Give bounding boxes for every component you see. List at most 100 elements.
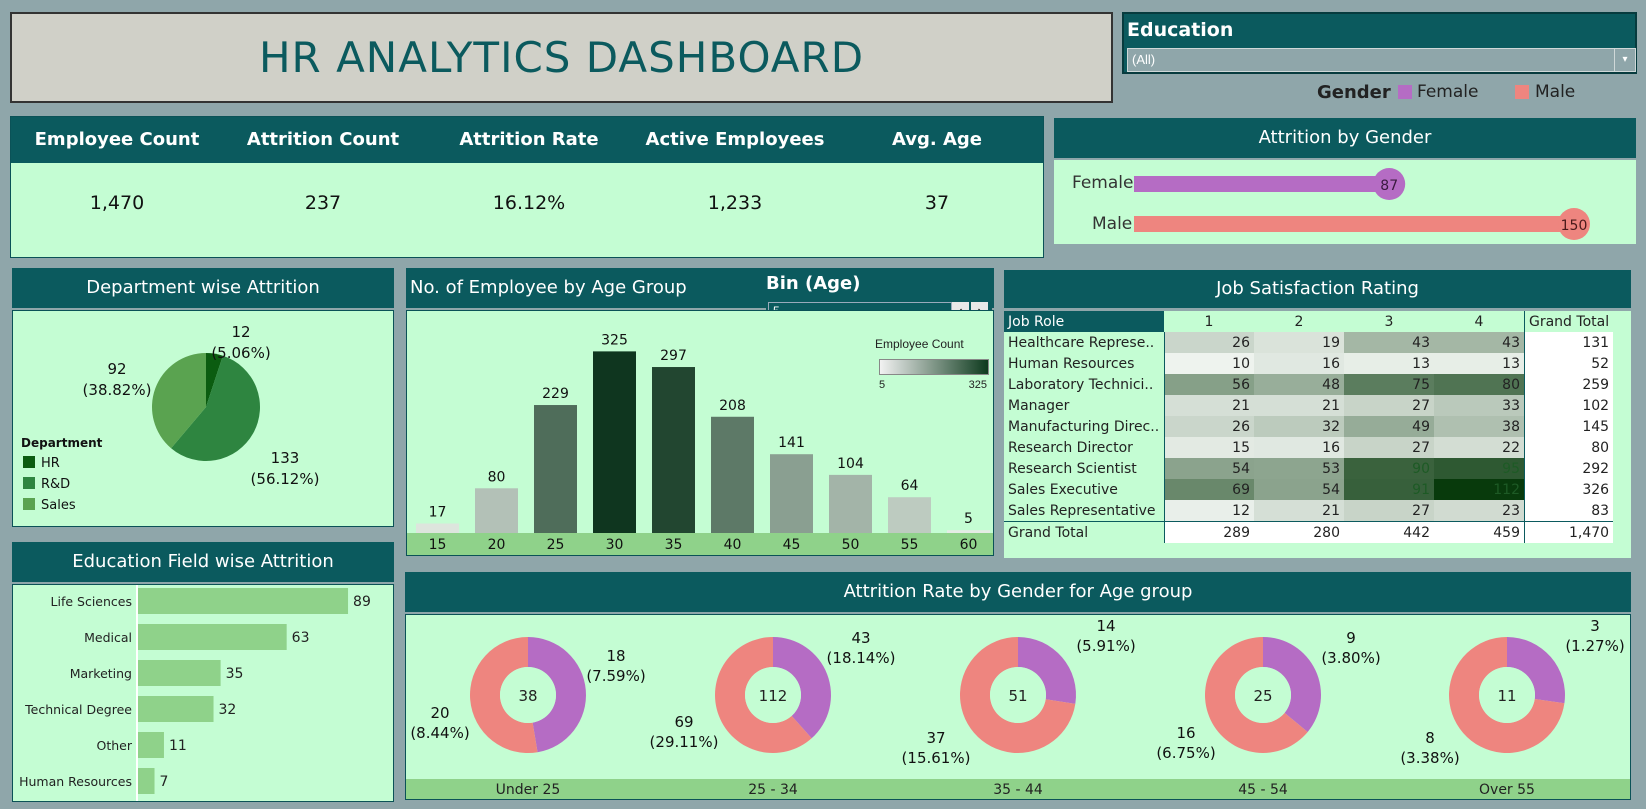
education-field-label: Marketing bbox=[70, 666, 132, 681]
kpi-attrition-count-label: Attrition Count bbox=[246, 129, 400, 150]
education-select-value: (All) bbox=[1132, 52, 1156, 67]
rating-4-total: 459 bbox=[1434, 521, 1525, 543]
rating-1-cell: 15 bbox=[1164, 437, 1254, 458]
female-pct-label: (3.80%) bbox=[1321, 649, 1380, 667]
chevron-down-icon[interactable]: ▾ bbox=[1614, 49, 1635, 71]
rating-4-cell: 80 bbox=[1434, 374, 1525, 395]
rating-2-cell: 32 bbox=[1254, 416, 1344, 437]
job-role-row: Manager 21 21 27 33 102 bbox=[1004, 395, 1614, 416]
male-pct-label: (29.11%) bbox=[650, 733, 719, 751]
row-grand-total: 80 bbox=[1524, 437, 1614, 458]
gender-legend: Gender Female Male bbox=[1315, 80, 1645, 104]
sales-slice-label: 92 bbox=[107, 360, 126, 378]
hr-slice-pct: (5.06%) bbox=[211, 344, 270, 362]
age-group-label: Under 25 bbox=[496, 782, 561, 798]
rd-slice-label: 133 bbox=[271, 449, 300, 467]
job-role-label: Sales Representative bbox=[1004, 500, 1165, 522]
page-title: HR ANALYTICS DASHBOARD bbox=[258, 33, 865, 82]
rating-3-cell: 75 bbox=[1344, 374, 1434, 395]
rating-2-total: 280 bbox=[1254, 521, 1344, 543]
job-role-row: Research Director 15 16 27 22 80 bbox=[1004, 437, 1614, 458]
age-bar-50 bbox=[829, 474, 872, 533]
age-tick-35: 35 bbox=[665, 537, 683, 553]
row-grand-total: 52 bbox=[1524, 353, 1614, 374]
sales-slice-pct: (38.82%) bbox=[83, 381, 152, 399]
rating-3-cell: 91 bbox=[1344, 479, 1434, 500]
job-role-row: Manufacturing Direc.. 26 32 49 38 145 bbox=[1004, 416, 1614, 437]
education-field-value: 89 bbox=[353, 594, 371, 610]
male-value-label: 150 bbox=[1561, 218, 1588, 234]
age-tick-40: 40 bbox=[724, 537, 742, 553]
female-pct-label: (5.91%) bbox=[1076, 637, 1135, 655]
rating-1-cell: 56 bbox=[1164, 374, 1254, 395]
row-grand-total: 292 bbox=[1524, 458, 1614, 479]
female-count-label: 3 bbox=[1590, 617, 1600, 635]
age-tick-25: 25 bbox=[547, 537, 565, 553]
male-pct-label: (15.61%) bbox=[902, 749, 971, 767]
rating-3-cell: 49 bbox=[1344, 416, 1434, 437]
rating-3-cell: 27 bbox=[1344, 395, 1434, 416]
attrition-gender-header: Attrition by Gender bbox=[1054, 118, 1636, 158]
grand-total-row-label: Grand Total bbox=[1004, 521, 1165, 543]
department-panel: 12 (5.06%) 92 (38.82%) 133 (56.12%) Depa… bbox=[12, 310, 394, 527]
department-header: Department wise Attrition bbox=[12, 268, 394, 308]
rating-2-cell: 53 bbox=[1254, 458, 1344, 479]
age-group-label: 35 - 44 bbox=[993, 782, 1043, 798]
job-role-row: Sales Executive 69 54 91 112 326 bbox=[1004, 479, 1614, 500]
age-bar-value-60: 5 bbox=[964, 511, 973, 527]
female-value-label: 87 bbox=[1380, 178, 1398, 194]
row-grand-total: 145 bbox=[1524, 416, 1614, 437]
age-bar-value-35: 297 bbox=[660, 348, 687, 364]
job-role-label: Sales Executive bbox=[1004, 479, 1165, 500]
age-bar-40 bbox=[711, 416, 754, 533]
education-field-value: 35 bbox=[226, 666, 244, 682]
job-role-row: Human Resources 10 16 13 13 52 bbox=[1004, 353, 1614, 374]
rating-3-cell: 13 bbox=[1344, 353, 1434, 374]
rating-1-header: 1 bbox=[1204, 313, 1214, 330]
rating-2-header: 2 bbox=[1294, 313, 1304, 330]
age-bar-value-40: 208 bbox=[719, 398, 746, 414]
department-pie-chart: 12 (5.06%) 92 (38.82%) 133 (56.12%) Depa… bbox=[21, 323, 319, 513]
rating-3-cell: 27 bbox=[1344, 500, 1434, 522]
education-field-bar-chart: Life Sciences 89 Medical 63 Marketing 35 Techn… bbox=[13, 585, 371, 801]
rating-4-cell: 95 bbox=[1434, 458, 1525, 479]
kpi-employee-count-value: 1,470 bbox=[89, 192, 145, 214]
rating-4-cell: 23 bbox=[1434, 500, 1525, 522]
age-bar-35 bbox=[652, 367, 695, 533]
age-tick-20: 20 bbox=[488, 537, 506, 553]
rating-3-header: 3 bbox=[1384, 313, 1394, 330]
donut-center-total: 51 bbox=[1008, 687, 1027, 705]
education-field-bar bbox=[138, 696, 214, 722]
age-tick-15: 15 bbox=[429, 537, 447, 553]
rating-4-cell: 43 bbox=[1434, 332, 1525, 353]
kpi-attrition-rate-value: 16.12% bbox=[492, 192, 566, 214]
kpi-active-employees-value: 1,233 bbox=[707, 192, 763, 214]
education-select[interactable]: (All) ▾ bbox=[1127, 48, 1636, 72]
rd-legend-swatch bbox=[23, 477, 35, 489]
education-field-bar bbox=[138, 768, 155, 794]
job-role-label: Research Director bbox=[1004, 437, 1165, 458]
kpi-panel: Employee Count Attrition Count Attrition… bbox=[10, 116, 1044, 258]
education-field-label: Other bbox=[97, 738, 133, 753]
rating-3-total: 442 bbox=[1344, 521, 1434, 543]
age-bar-value-15: 17 bbox=[429, 505, 447, 521]
dashboard-title-box: HR ANALYTICS DASHBOARD bbox=[10, 12, 1113, 103]
rating-4-cell: 38 bbox=[1434, 416, 1525, 437]
male-pct-label: (3.38%) bbox=[1400, 749, 1459, 767]
education-filter-label: Education bbox=[1127, 19, 1234, 41]
education-field-value: 7 bbox=[160, 774, 169, 790]
age-bar-55 bbox=[888, 497, 931, 533]
age-tick-60: 60 bbox=[960, 537, 978, 553]
bin-age-label: Bin (Age) bbox=[766, 273, 861, 294]
job-role-row: Research Scientist 54 53 90 95 292 bbox=[1004, 458, 1614, 479]
age-group-label: 25 - 34 bbox=[748, 782, 798, 798]
donut-center-total: 25 bbox=[1253, 687, 1272, 705]
rating-1-cell: 26 bbox=[1164, 332, 1254, 353]
row-grand-total: 326 bbox=[1524, 479, 1614, 500]
education-field-value: 32 bbox=[219, 702, 237, 718]
education-field-bar bbox=[138, 624, 287, 650]
grand-total-row: Grand Total 289 280 442 459 1,470 bbox=[1004, 521, 1614, 543]
education-field-header: Education Field wise Attrition bbox=[12, 542, 394, 582]
male-bar bbox=[1134, 216, 1574, 232]
job-satisfaction-title: Job Satisfaction Rating bbox=[1216, 278, 1419, 299]
